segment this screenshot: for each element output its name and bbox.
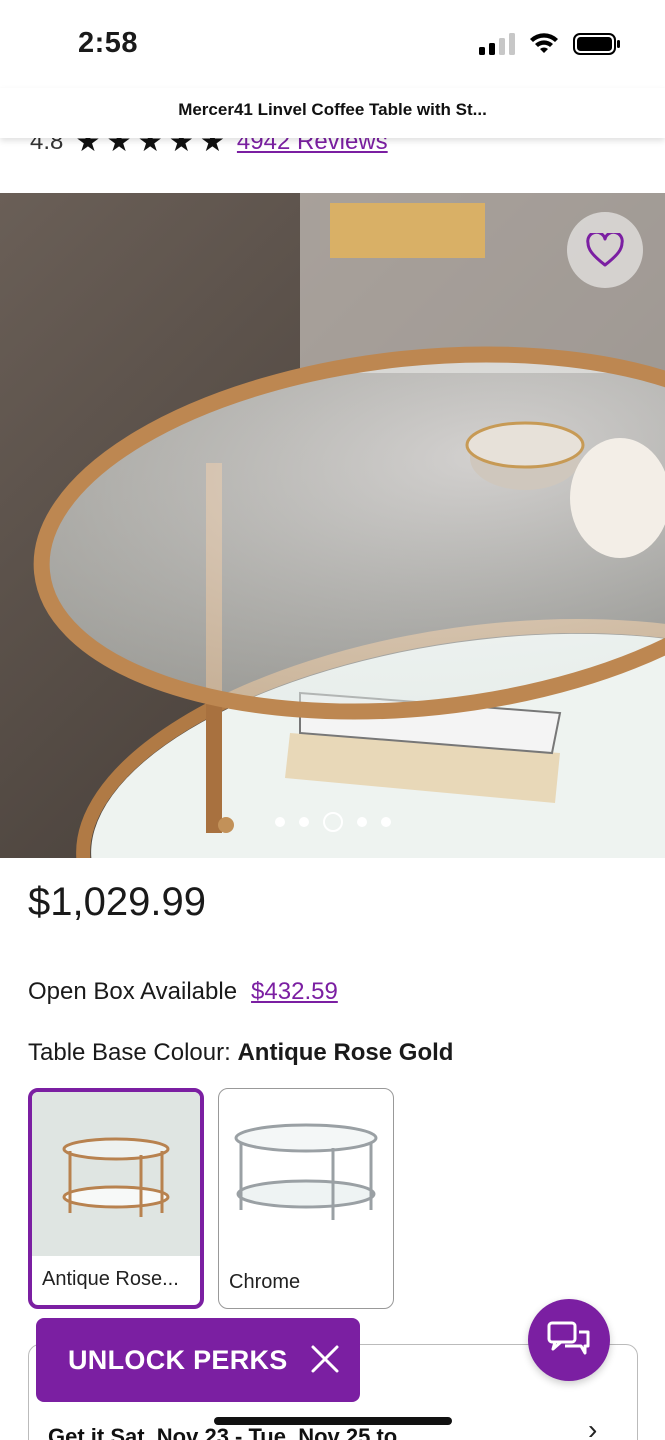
swatch-label: Chrome (229, 1271, 301, 1293)
gallery-dot[interactable] (298, 817, 309, 827)
gallery-dot[interactable] (380, 817, 391, 827)
open-box-price-link[interactable]: $432.59 (251, 978, 338, 1006)
swatch-antique-rose-gold[interactable]: Antique Rose... (28, 1088, 204, 1309)
wifi-icon (530, 33, 558, 53)
product-image[interactable] (0, 193, 665, 858)
product-price: $1,029.99 (28, 880, 206, 924)
gallery-dot[interactable] (356, 817, 367, 827)
unlock-perks-label: UNLOCK PERKS (68, 1344, 288, 1375)
signal-icon (479, 33, 515, 55)
colour-selected-value: Antique Rose Gold (237, 1039, 454, 1066)
open-box-row: Open Box Available $432.59 (28, 978, 338, 1006)
heart-icon (586, 233, 624, 267)
swatch-label: Antique Rose... (42, 1268, 179, 1290)
favorite-button[interactable] (567, 212, 643, 288)
battery-icon (573, 33, 620, 55)
home-indicator[interactable] (214, 1417, 452, 1425)
gallery-dot-active[interactable] (322, 812, 343, 832)
colour-swatches: Antique Rose... Chrome (28, 1088, 394, 1309)
status-time: 2:58 (78, 27, 139, 59)
close-icon[interactable] (310, 1344, 340, 1374)
open-box-label: Open Box Available (28, 978, 238, 1005)
unlock-perks-banner[interactable]: UNLOCK PERKS (36, 1318, 360, 1402)
gallery-dots (0, 812, 665, 832)
swatch-chrome[interactable]: Chrome (218, 1088, 394, 1309)
page-header: Mercer41 Linvel Coffee Table with St... (0, 88, 665, 138)
chevron-right-icon: › (588, 1414, 598, 1440)
swatch-thumbnail (219, 1089, 393, 1253)
chat-icon (547, 1321, 590, 1355)
gallery-dot[interactable] (274, 817, 285, 827)
product-photo (0, 193, 665, 858)
status-icons (479, 32, 621, 56)
page-title: Mercer41 Linvel Coffee Table with St... (178, 100, 487, 119)
colour-label-text: Table Base Colour: (28, 1039, 231, 1066)
swatch-thumbnail (32, 1092, 200, 1256)
status-bar: 2:58 (0, 0, 665, 88)
colour-label: Table Base Colour: Antique Rose Gold (28, 1039, 453, 1067)
delivery-text: Get it Sat, Nov 23 - Tue, Nov 25 to (48, 1424, 398, 1440)
chat-button[interactable] (528, 1299, 610, 1381)
